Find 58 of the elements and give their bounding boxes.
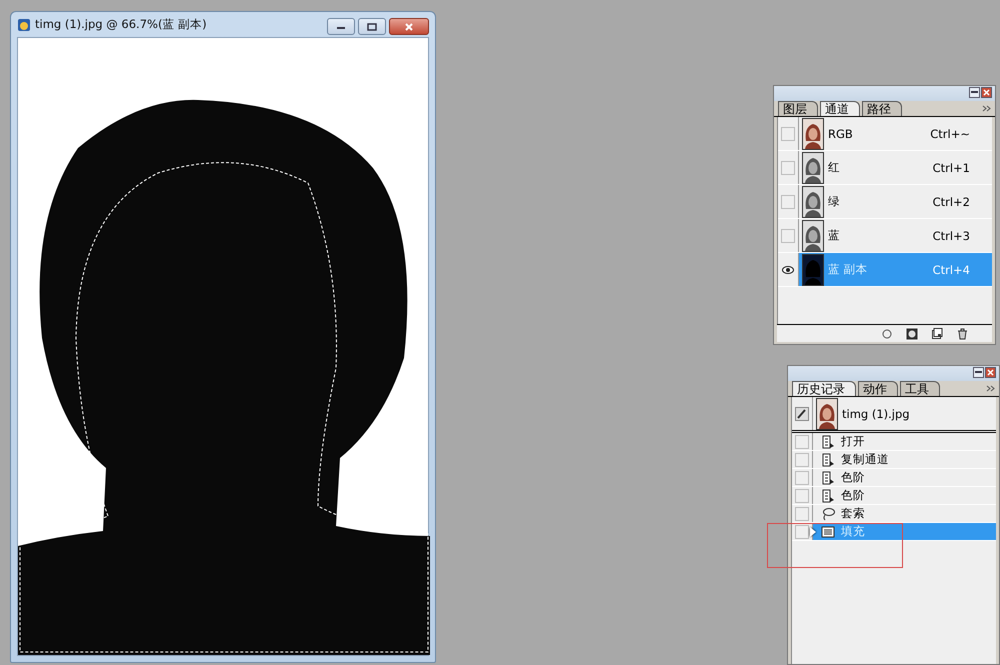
panel-tab[interactable]: 图层 [778,101,818,116]
panel-close-button[interactable] [981,87,992,98]
history-step[interactable]: 色阶 [792,469,996,487]
step-name: 色阶 [841,488,866,503]
brush-icon[interactable] [795,406,809,420]
channel-name: 红 [828,160,841,175]
step-name: 打开 [841,434,866,449]
panel-minimize-button[interactable] [973,367,984,378]
maximize-button[interactable] [358,18,386,35]
channel-shortcut: Ctrl+2 [932,194,971,208]
close-icon [404,22,414,30]
minimize-button[interactable] [327,18,355,35]
close-icon [983,89,990,96]
panel-tab[interactable]: 工具 [900,381,940,396]
window-title: timg (1).jpg @ 66.7%(蓝 副本) [35,17,208,32]
channel-row[interactable]: 红 Ctrl+1 [778,151,992,185]
circle-icon[interactable] [882,328,892,338]
visibility-toggle[interactable] [781,126,795,140]
visibility-toggle[interactable] [781,194,795,208]
history-step[interactable]: 复制通道 [792,451,996,469]
channel-thumbnail-icon [816,398,838,430]
step-name: 复制通道 [841,452,890,467]
step-name: 填充 [841,524,866,539]
channel-row[interactable]: 绿 Ctrl+2 [778,185,992,219]
history-step[interactable]: 打开 [792,433,996,451]
channel-name: 绿 [828,194,841,209]
trash-icon[interactable] [957,328,968,340]
step-name: 套索 [841,506,866,521]
channel-name: 蓝 副本 [828,262,869,277]
panel-tab[interactable]: 动作 [858,381,898,396]
mask-icon[interactable] [906,328,918,340]
close-button[interactable] [389,18,429,35]
channel-name: RGB [828,126,854,140]
panel-tab[interactable]: 历史记录 [792,381,856,396]
channel-name: 蓝 [828,228,841,243]
history-step[interactable]: 色阶 [792,487,996,505]
panel-tab[interactable]: 通道 [820,101,860,116]
panel-tab[interactable]: 路径 [862,101,902,116]
minimize-icon [975,371,982,374]
channel-shortcut: Ctrl+3 [932,228,971,242]
new-channel-icon[interactable] [932,328,943,339]
channel-row[interactable]: RGB Ctrl+~ [778,117,992,151]
minimize-icon [971,91,978,94]
close-icon [987,369,994,376]
eye-icon[interactable] [782,266,794,274]
maximize-icon [367,22,377,30]
panel-minimize-button[interactable] [969,87,980,98]
visibility-toggle[interactable] [781,228,795,242]
visibility-toggle[interactable] [781,160,795,174]
panel-close-button[interactable] [985,367,996,378]
step-name: 色阶 [841,470,866,485]
channel-shortcut: Ctrl+~ [930,126,971,140]
panel-menu-icon[interactable] [982,105,991,112]
panel-menu-icon[interactable] [986,385,995,392]
snapshot-name: timg (1).jpg [842,406,911,420]
channel-shortcut: Ctrl+4 [932,262,971,276]
document-icon [17,18,31,32]
channel-shortcut: Ctrl+1 [932,160,971,174]
